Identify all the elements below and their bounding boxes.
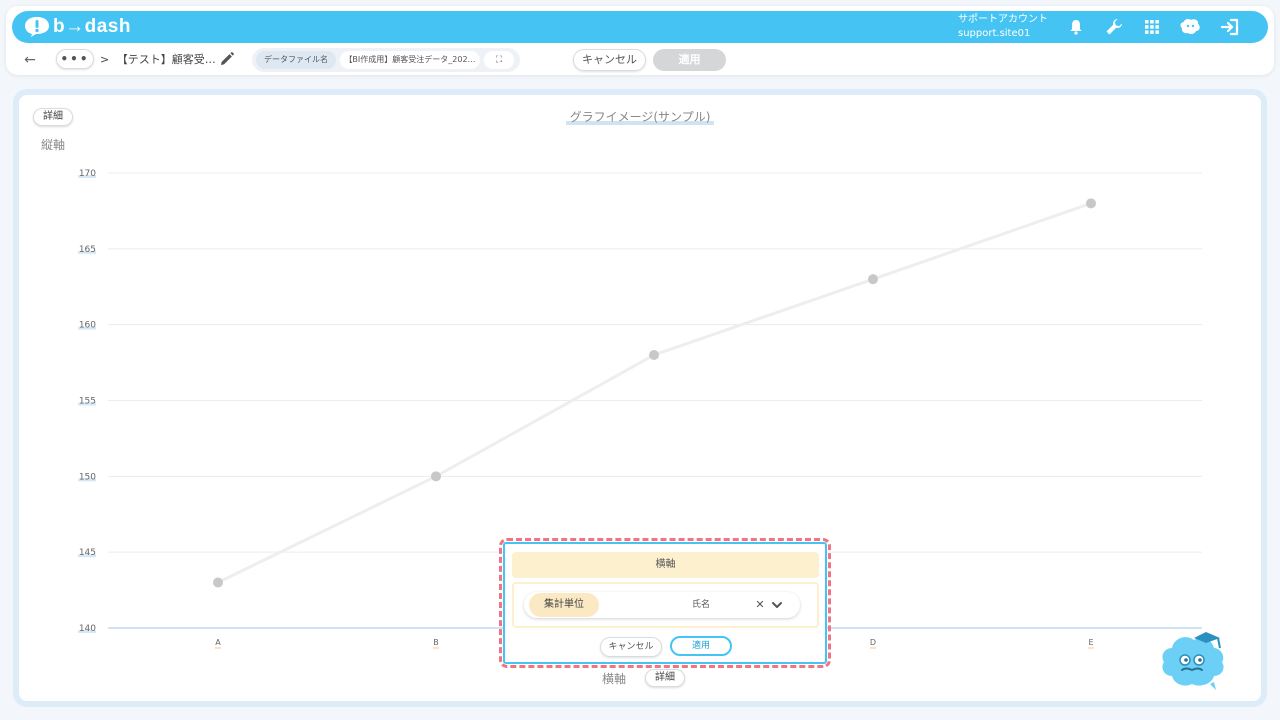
x-tick-label: B xyxy=(433,638,439,647)
aggregation-unit-select[interactable]: 氏名 xyxy=(608,594,794,616)
x-axis-detail-button[interactable]: 詳細 xyxy=(645,669,685,687)
popup-body: 集計単位 氏名 ✕ xyxy=(512,582,819,628)
x-axis-title: 横軸 xyxy=(597,672,631,687)
x-tick-label: D xyxy=(870,638,876,647)
aggregation-unit-label: 集計単位 xyxy=(529,593,599,617)
mascot-helper-icon[interactable] xyxy=(1160,626,1228,692)
data-point xyxy=(213,577,223,588)
y-tick-label: 160 xyxy=(79,321,96,331)
popup-cancel-button[interactable]: キャンセル xyxy=(600,637,662,657)
y-tick-label: 140 xyxy=(79,624,96,634)
popup-apply-button[interactable]: 適用 xyxy=(670,636,732,656)
popup-header: 横軸 xyxy=(512,552,819,578)
aggregation-row: 集計単位 氏名 ✕ xyxy=(524,592,800,618)
data-point xyxy=(431,471,441,482)
data-point xyxy=(649,350,659,360)
x-tick-label: A xyxy=(215,638,221,647)
x-tick-underline xyxy=(215,647,221,649)
x-tick-underline xyxy=(433,647,439,649)
y-tick-label: 150 xyxy=(79,472,96,482)
data-point xyxy=(1086,198,1096,209)
x-tick-label: E xyxy=(1088,638,1093,647)
y-tick-label: 155 xyxy=(79,397,96,407)
y-tick-label: 165 xyxy=(79,245,96,255)
series-line xyxy=(217,201,1092,584)
y-axis-title: 縦軸 xyxy=(36,138,70,153)
y-tick-label: 170 xyxy=(79,169,96,179)
x-axis-settings-popup: 横軸 集計単位 氏名 ✕ キャンセル 適用 xyxy=(503,542,827,664)
y-tick-label: 145 xyxy=(79,548,96,558)
data-point xyxy=(868,274,878,285)
chevron-down-icon[interactable] xyxy=(770,598,784,612)
clear-icon[interactable]: ✕ xyxy=(754,594,766,616)
x-tick-underline xyxy=(870,647,876,649)
x-tick-underline xyxy=(1088,647,1094,649)
